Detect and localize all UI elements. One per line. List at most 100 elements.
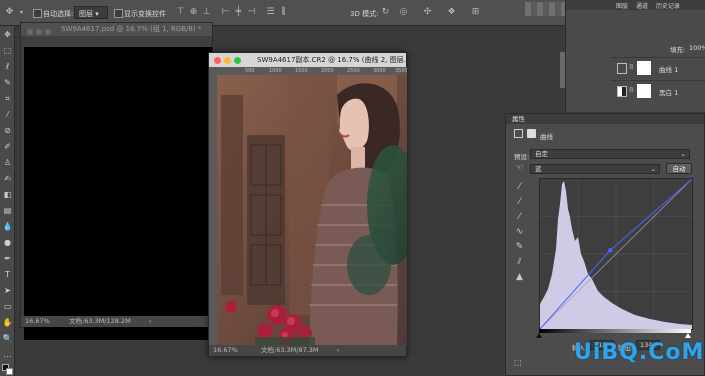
histogram-warning-icon[interactable]: ▲ — [514, 272, 525, 283]
maximize-icon[interactable] — [234, 57, 241, 64]
chevron-down-icon[interactable]: ▾ — [16, 7, 27, 18]
hand-tool-icon[interactable]: ✋ — [2, 318, 13, 328]
type-tool-icon[interactable]: T — [2, 270, 13, 280]
mode-3d-label: 3D 模式: — [350, 10, 379, 18]
close-icon[interactable] — [27, 29, 33, 35]
fill-value[interactable]: 100% — [689, 44, 705, 52]
document-title-bar[interactable]: SW9A4617.psd @ 16.7% (组 1, RGB/8) * — [21, 23, 212, 36]
gray-point-eyedropper-icon[interactable]: ⁄ — [514, 197, 525, 208]
layer-row[interactable]: 8 曲线 1 — [611, 57, 705, 78]
layer-mask-thumbnail[interactable] — [637, 84, 651, 98]
layers-panel: 图层 通道 历史记录 填充: 100% 8 曲线 1 8 黑白 1 — [565, 0, 705, 112]
curve-control-point — [608, 247, 613, 253]
distribute-icon[interactable]: ☰ — [265, 7, 276, 18]
curve-edit-points-icon[interactable]: ∿ — [514, 227, 525, 238]
tab-history[interactable]: 历史记录 — [656, 1, 680, 10]
align-right-icon[interactable]: ⊣ — [246, 7, 257, 18]
align-center-icon[interactable]: ╪ — [233, 7, 244, 18]
minimize-icon[interactable] — [36, 29, 42, 35]
curves-graph[interactable] — [539, 178, 693, 330]
black-slider-handle[interactable] — [536, 333, 542, 338]
eraser-tool-icon[interactable]: ◧ — [2, 190, 13, 200]
align-top-icon[interactable]: ⊤ — [175, 7, 186, 18]
slide-3d-icon[interactable]: ❖ — [446, 7, 457, 18]
document-title: SW9A4617副本.CR2 @ 16.7% (曲线 2, 图层... — [257, 56, 406, 64]
shape-tool-icon[interactable]: ▭ — [2, 302, 13, 312]
minimize-icon[interactable] — [224, 57, 231, 64]
tab-layers[interactable]: 图层 — [616, 1, 628, 10]
drag-3d-icon[interactable]: ✣ — [422, 7, 433, 18]
white-slider-handle[interactable] — [685, 333, 691, 338]
black-point-eyedropper-icon[interactable]: ⁄ — [514, 182, 525, 193]
brush-tool-icon[interactable]: ✐ — [2, 142, 13, 152]
show-transform-checkbox[interactable] — [114, 9, 123, 18]
zoom-tool-icon[interactable]: 🔍 — [2, 334, 13, 344]
rotate-3d-icon[interactable]: ↻ — [380, 7, 391, 18]
clip-to-layer-icon[interactable]: ⬚ — [514, 358, 526, 368]
document-window-front[interactable]: SW9A4617副本.CR2 @ 16.7% (曲线 2, 图层... 500 … — [208, 52, 407, 357]
document-title-bar[interactable]: SW9A4617副本.CR2 @ 16.7% (曲线 2, 图层... — [209, 53, 406, 67]
preset-dropdown[interactable]: 自定 ⌄ — [530, 149, 690, 159]
status-bar: 16.67% 文档:63.3M/128.2M › — [21, 316, 212, 327]
marquee-tool-icon[interactable]: ⬚ — [2, 46, 13, 56]
vertical-ruler[interactable] — [209, 67, 217, 347]
stamp-tool-icon[interactable]: ♙ — [2, 158, 13, 168]
layer-mask-thumbnail[interactable] — [637, 61, 651, 75]
link-icon: 8 — [629, 86, 634, 94]
preset-value: 自定 — [535, 150, 548, 158]
tab-channels[interactable]: 通道 — [636, 1, 648, 10]
auto-button[interactable]: 自动 — [666, 163, 692, 174]
zoom-level[interactable]: 16.67% — [213, 345, 238, 356]
history-brush-icon[interactable]: ✍ — [2, 174, 13, 184]
quick-select-tool-icon[interactable]: ✎ — [2, 78, 13, 88]
panel-title: 属性 — [512, 115, 525, 123]
photo-canvas[interactable] — [217, 75, 407, 347]
smooth-curve-icon[interactable]: ⫽ — [514, 257, 525, 268]
scale-3d-icon[interactable]: ⊞ — [470, 7, 481, 18]
layer-name: 黑白 1 — [659, 89, 679, 97]
gradient-tool-icon[interactable]: ▤ — [2, 206, 13, 216]
auto-select-value: 图层 — [79, 10, 93, 18]
status-menu-arrow-icon[interactable]: › — [149, 316, 152, 327]
move-icon[interactable]: ✥ — [4, 7, 15, 18]
eyedropper-tool-icon[interactable]: ⁄ — [2, 110, 13, 120]
horizontal-ruler[interactable]: 500 1000 1500 2000 2500 3000 3500 — [217, 67, 407, 75]
properties-header: 属性 — [506, 114, 704, 124]
blur-tool-icon[interactable]: 💧 — [2, 222, 13, 232]
window-controls — [27, 27, 54, 36]
distribute-h-icon[interactable]: ⫼ — [278, 7, 289, 18]
align-left-icon[interactable]: ⊢ — [220, 7, 231, 18]
path-select-tool-icon[interactable]: ➤ — [2, 286, 13, 296]
auto-select-checkbox[interactable] — [33, 9, 42, 18]
dodge-tool-icon[interactable]: ● — [2, 238, 13, 248]
move-tool-icon[interactable]: ✥ — [2, 30, 13, 40]
align-bottom-icon[interactable]: ⊥ — [201, 7, 212, 18]
lasso-tool-icon[interactable]: ℓ — [2, 62, 13, 72]
channel-value: 蓝 — [535, 165, 542, 173]
status-menu-arrow-icon[interactable]: › — [337, 345, 340, 356]
roll-3d-icon[interactable]: ◎ — [398, 7, 409, 18]
more-tools-icon[interactable]: … — [2, 350, 13, 360]
align-middle-icon[interactable]: ⊕ — [188, 7, 199, 18]
document-title: SW9A4617.psd @ 16.7% (组 1, RGB/8) * — [61, 25, 202, 33]
crop-tool-icon[interactable]: ⌗ — [2, 94, 13, 104]
watermark-logo: UiBQ.CoM — [574, 340, 705, 365]
document-size: 文档:63.3M/87.3M — [261, 346, 319, 354]
pen-tool-icon[interactable]: ✒ — [2, 254, 13, 264]
healing-tool-icon[interactable]: ⊘ — [2, 126, 13, 136]
background-color-swatch[interactable] — [6, 368, 13, 375]
white-point-eyedropper-icon[interactable]: ⁄ — [514, 212, 525, 223]
document-window-background[interactable]: SW9A4617.psd @ 16.7% (组 1, RGB/8) * 16.6… — [20, 22, 213, 340]
target-adjust-icon[interactable]: ☜ — [514, 163, 525, 174]
auto-select-dropdown[interactable]: 图层 ▾ — [74, 6, 108, 19]
adjustment-name: 曲线 — [540, 133, 553, 141]
pencil-draw-icon[interactable]: ✎ — [514, 242, 525, 253]
ruler-tick: 3500 — [395, 68, 407, 74]
close-icon[interactable] — [214, 57, 221, 64]
layer-row[interactable]: 8 黑白 1 — [611, 80, 705, 101]
zoom-level[interactable]: 16.67% — [25, 316, 50, 327]
mask-icon[interactable] — [527, 129, 536, 138]
maximize-icon[interactable] — [45, 29, 51, 35]
document-canvas[interactable] — [24, 47, 212, 340]
channel-dropdown[interactable]: 蓝 ⌄ — [530, 164, 660, 174]
